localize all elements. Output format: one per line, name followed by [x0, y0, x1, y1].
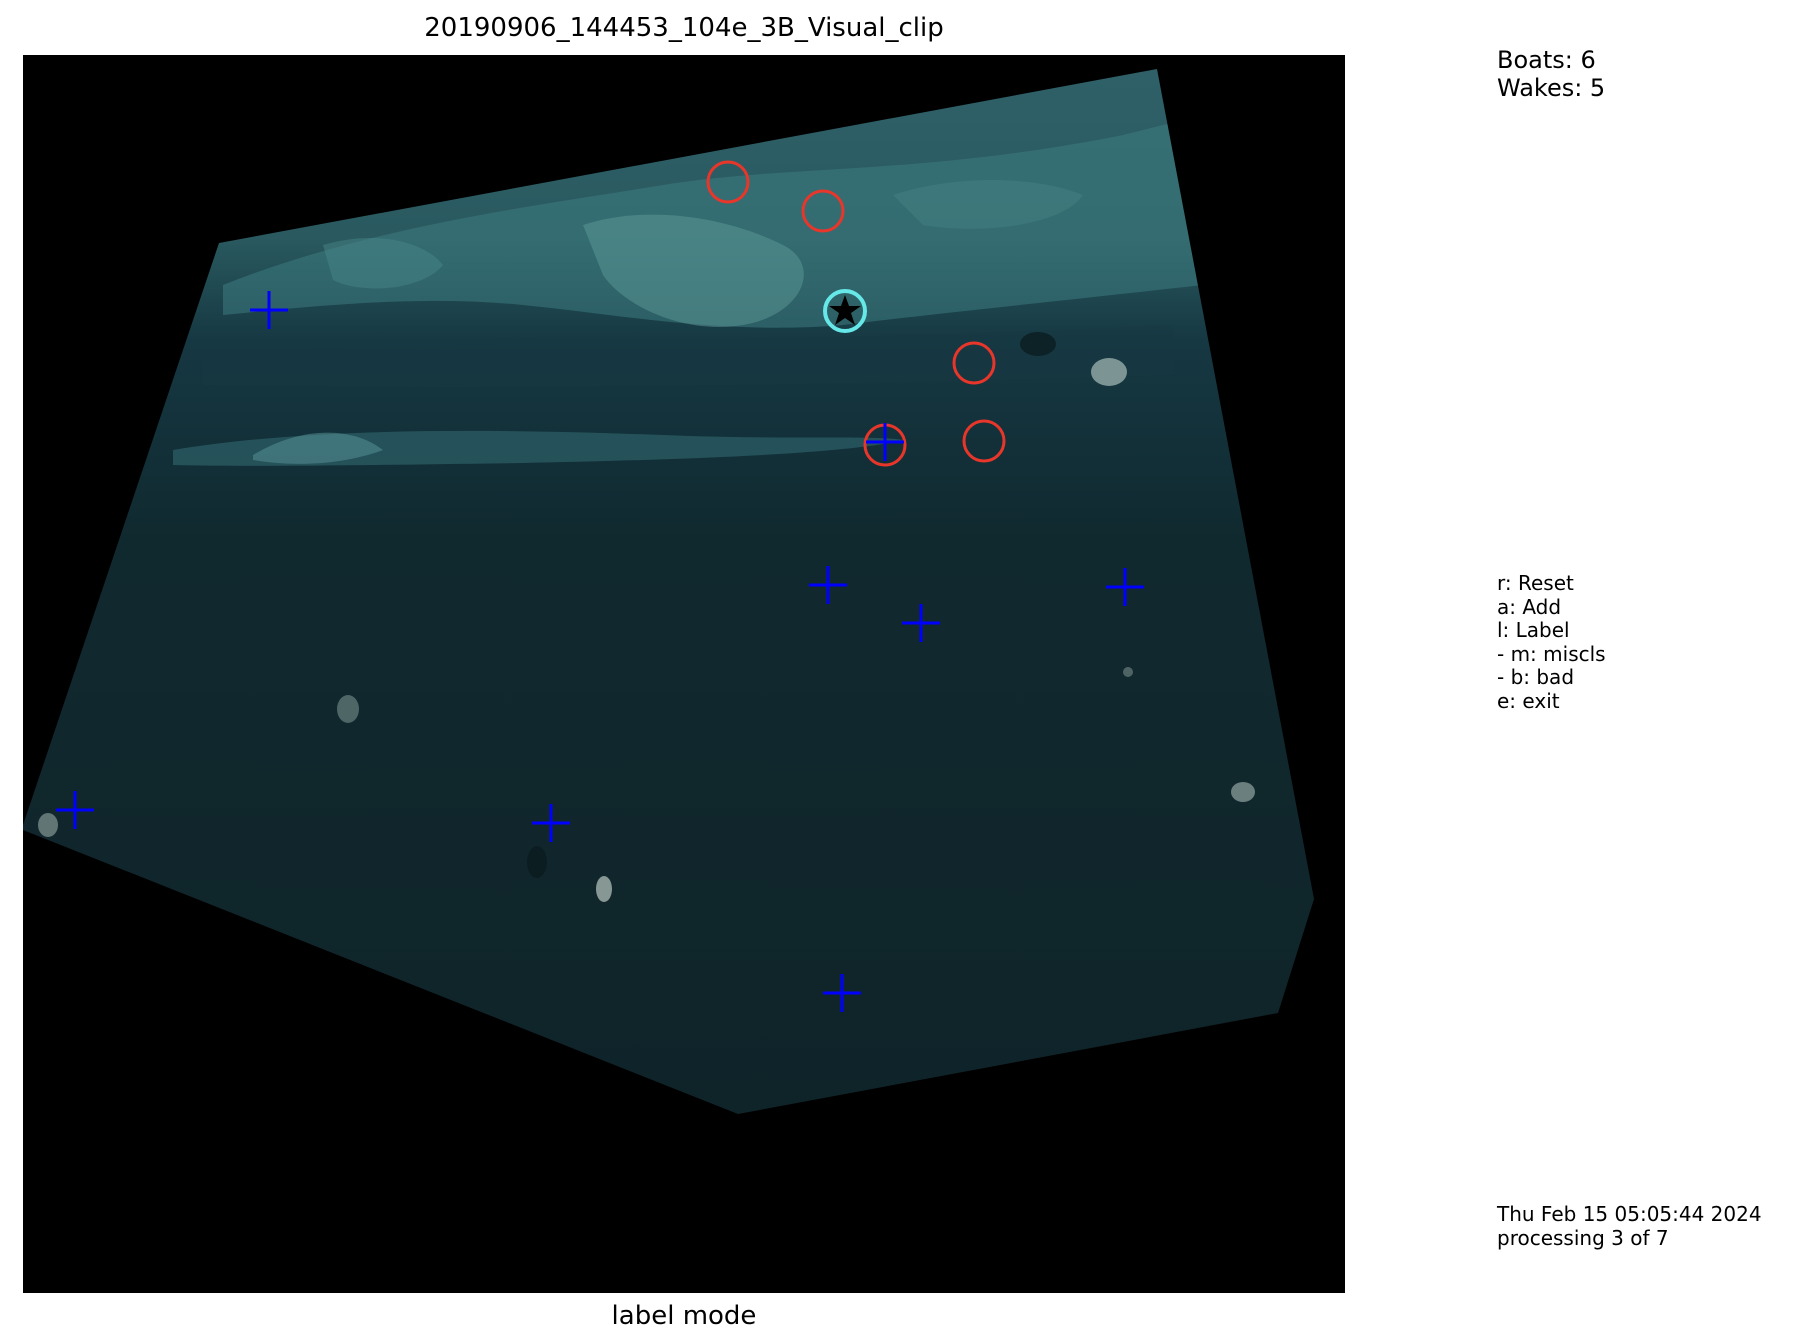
- key-help-add: a: Add: [1497, 594, 1562, 619]
- boats-count: Boats: 6: [1497, 46, 1596, 74]
- key-help-panel: r: Reset a: Add l: Label - m: miscls - b…: [1497, 571, 1606, 713]
- key-help-miscls: - m: miscls: [1497, 641, 1606, 666]
- timestamp: Thu Feb 15 05:05:44 2024: [1497, 1202, 1762, 1226]
- status-panel: Thu Feb 15 05:05:44 2024 processing 3 of…: [1497, 1202, 1762, 1250]
- mode-label: label mode: [611, 1301, 757, 1331]
- figure-title: 20190906_144453_104e_3B_Visual_clip: [424, 13, 944, 43]
- satellite-scene[interactable]: [23, 55, 1345, 1293]
- key-help-bad: - b: bad: [1497, 665, 1575, 689]
- key-help-label: l: Label: [1497, 618, 1570, 642]
- counts-panel: Boats: 6 Wakes: 5: [1497, 46, 1605, 102]
- wakes-count: Wakes: 5: [1497, 74, 1606, 102]
- key-help-reset: r: Reset: [1497, 571, 1574, 595]
- key-help-exit: e: exit: [1497, 688, 1560, 713]
- progress-text: processing 3 of 7: [1497, 1225, 1669, 1250]
- image-axes[interactable]: [23, 55, 1345, 1293]
